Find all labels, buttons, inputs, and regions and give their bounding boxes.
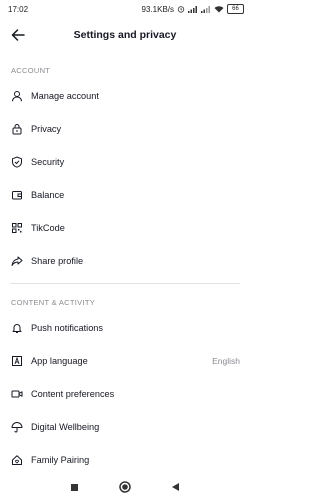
settings-item-label: Digital Wellbeing xyxy=(31,421,100,432)
settings-item-label: Manage account xyxy=(31,90,99,101)
wallet-icon xyxy=(10,188,24,202)
page-title: Settings and privacy xyxy=(73,29,177,41)
bell-icon xyxy=(10,321,24,335)
square-icon xyxy=(71,483,78,491)
system-back-button[interactable] xyxy=(171,482,180,492)
home-button[interactable] xyxy=(119,481,131,493)
battery-icon: 66 xyxy=(227,4,244,14)
header: Settings and privacy xyxy=(0,18,250,52)
settings-item-label: Security xyxy=(31,156,65,167)
section-label-account: ACCOUNT xyxy=(11,66,51,75)
alarm-icon xyxy=(177,5,185,13)
settings-item-privacy[interactable]: Privacy xyxy=(0,112,250,145)
wifi-icon xyxy=(214,5,224,13)
recent-apps-button[interactable] xyxy=(70,483,79,492)
section-label-content-activity: CONTENT & ACTIVITY xyxy=(11,298,96,307)
lock-icon xyxy=(10,122,24,136)
home-heart-icon xyxy=(10,453,24,467)
signal-icon-2 xyxy=(201,5,211,13)
settings-item-label: Family Pairing xyxy=(31,454,90,465)
settings-item-label: Content preferences xyxy=(31,388,115,399)
settings-item-label: Push notifications xyxy=(31,322,104,333)
settings-item-family-pairing[interactable]: Family Pairing xyxy=(0,443,250,476)
settings-item-share-profile[interactable]: Share profile xyxy=(0,244,250,277)
umbrella-icon xyxy=(10,420,24,434)
settings-item-manage-account[interactable]: Manage account xyxy=(0,79,250,112)
settings-item-label: Balance xyxy=(31,189,65,200)
signal-icon xyxy=(188,5,198,13)
settings-item-push-notifications[interactable]: Push notifications xyxy=(0,311,250,344)
language-icon xyxy=(10,354,24,368)
video-icon xyxy=(10,387,24,401)
settings-item-label: Privacy xyxy=(31,123,62,134)
battery-level: 66 xyxy=(232,6,239,12)
settings-item-digital-wellbeing[interactable]: Digital Wellbeing xyxy=(0,410,250,443)
person-icon xyxy=(10,89,24,103)
settings-item-tikcode[interactable]: TikCode xyxy=(0,211,250,244)
network-speed: 93.1KB/s xyxy=(141,4,174,14)
shield-icon xyxy=(10,155,24,169)
status-time: 17:02 xyxy=(8,4,29,14)
qr-code-icon xyxy=(10,221,24,235)
app-language-value: English xyxy=(212,355,240,366)
settings-item-label: App language xyxy=(31,355,88,366)
settings-item-security[interactable]: Security xyxy=(0,145,250,178)
settings-item-balance[interactable]: Balance xyxy=(0,178,250,211)
status-bar: 17:02 93.1KB/s 66 xyxy=(0,0,250,18)
triangle-back-icon xyxy=(172,483,179,491)
settings-item-label: TikCode xyxy=(31,222,65,233)
circle-icon xyxy=(119,481,131,493)
settings-item-label: Share profile xyxy=(31,255,84,266)
share-icon xyxy=(10,254,24,268)
system-nav-bar xyxy=(0,474,250,500)
back-arrow-icon xyxy=(11,29,25,41)
settings-item-app-language[interactable]: App language English xyxy=(0,344,250,377)
settings-item-content-preferences[interactable]: Content preferences xyxy=(0,377,250,410)
back-button[interactable] xyxy=(2,18,34,52)
status-indicators: 93.1KB/s 66 xyxy=(142,4,244,14)
